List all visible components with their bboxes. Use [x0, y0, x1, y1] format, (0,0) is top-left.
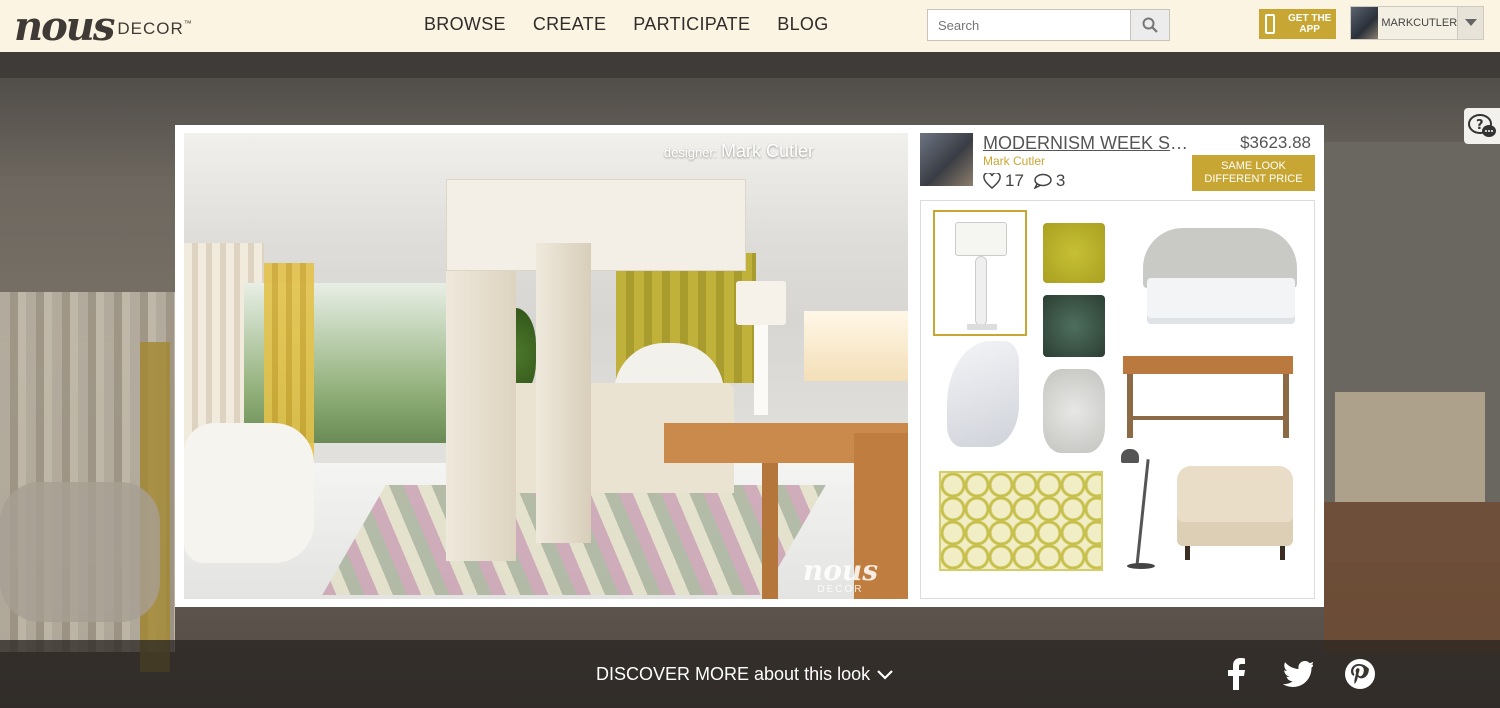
search-box [927, 9, 1170, 41]
logo-tm: ™ [183, 19, 193, 28]
phone-icon [1265, 14, 1276, 34]
product-yellow-pillow[interactable] [1043, 223, 1105, 283]
heart-icon[interactable] [983, 173, 1001, 189]
armchair-body [1177, 466, 1293, 546]
product-wood-desk[interactable] [1123, 356, 1293, 440]
twitter-icon[interactable] [1282, 658, 1314, 690]
nav-blog[interactable]: BLOG [777, 14, 828, 35]
site-header: nous DECOR™ BROWSE CREATE PARTICIPATE BL… [0, 0, 1500, 52]
armchair-leg-right [1280, 546, 1285, 560]
user-menu[interactable]: MARKCUTLER [1350, 6, 1484, 40]
lamp-body [975, 256, 987, 326]
product-upholstered-bed[interactable] [1143, 228, 1297, 324]
look-price: $3623.88 [1240, 133, 1311, 152]
logo-word: DECOR™ [117, 19, 192, 39]
desk-leg-right [1283, 374, 1289, 438]
background-desk [1324, 502, 1500, 652]
armchair-leg-left [1185, 546, 1190, 560]
get-app-label: GET THE APP [1288, 13, 1332, 35]
same-look-label-2: DIFFERENT PRICE [1204, 173, 1303, 185]
photo-designer-caption: designer: Mark Cutler [664, 141, 814, 162]
pillow-green-shape [1043, 295, 1105, 357]
product-board [920, 200, 1315, 599]
look-photo[interactable]: designer: Mark Cutler nous DECOR [184, 133, 908, 599]
pinterest-icon[interactable] [1344, 658, 1376, 690]
desk-leg-left [1127, 374, 1133, 438]
watermark-script: nous [802, 554, 878, 587]
chevron-down-icon [1464, 19, 1477, 26]
discover-more-link[interactable]: DISCOVER MORE about this look [596, 664, 894, 685]
designer-avatar[interactable] [920, 133, 973, 186]
main-nav: BROWSE CREATE PARTICIPATE BLOG [424, 14, 829, 35]
discover-label: DISCOVER MORE about this look [596, 664, 871, 684]
nav-browse[interactable]: BROWSE [424, 14, 506, 35]
scene-canopy-drape-right [536, 243, 591, 543]
product-green-pillow[interactable] [1043, 295, 1105, 357]
comment-count: 3 [1055, 171, 1066, 190]
lamp-base [967, 324, 997, 330]
scene-lamp-shade [736, 281, 786, 325]
user-avatar [1351, 7, 1379, 39]
caption-prefix: designer: [663, 145, 718, 160]
floor-lamp-pole [1135, 459, 1150, 567]
product-armchair[interactable] [1177, 466, 1293, 566]
username: MARKCUTLER [1381, 17, 1458, 29]
look-designer[interactable]: Mark Cutler [983, 154, 1045, 168]
bed-mattress [1147, 278, 1295, 324]
comment-icon[interactable] [1033, 173, 1052, 189]
lamp-shade [955, 222, 1007, 256]
desk-stretcher [1127, 416, 1289, 420]
product-floor-lamp[interactable] [1119, 449, 1163, 583]
product-yellow-trellis-rug[interactable] [939, 471, 1103, 571]
desk-top [1123, 356, 1293, 374]
panton-chair-shape [947, 341, 1019, 447]
user-menu-toggle[interactable] [1457, 7, 1483, 39]
scene-desk-lamp [804, 311, 908, 381]
look-title[interactable]: MODERNISM WEEK SH... [983, 133, 1193, 154]
scene-canopy-drape-left [446, 271, 516, 561]
look-stats: 17 3 [983, 171, 1075, 191]
chevron-down-icon [877, 669, 893, 680]
look-info: MODERNISM WEEK SH... Mark Cutler 17 3 $3… [920, 133, 1315, 193]
get-the-app-button[interactable]: GET THE APP [1259, 9, 1336, 39]
caption-name: Mark Cutler [720, 141, 814, 161]
look-footer-bar: DISCOVER MORE about this look [0, 640, 1500, 708]
nav-participate[interactable]: PARTICIPATE [633, 14, 750, 35]
search-icon [1142, 17, 1158, 33]
rug-shape [939, 471, 1103, 571]
same-look-label-1: SAME LOOK [1221, 160, 1286, 172]
product-white-panton-chair[interactable] [947, 341, 1019, 447]
scene-desk-leg [762, 463, 778, 599]
facebook-icon[interactable] [1220, 658, 1252, 690]
search-input[interactable] [928, 10, 1130, 40]
social-share [1220, 658, 1376, 690]
help-chat-button[interactable]: ? [1464, 108, 1500, 144]
background-top-band [0, 52, 1500, 78]
like-count: 17 [1005, 171, 1024, 190]
background-chair [0, 482, 160, 622]
logo-word-text: DECOR [117, 19, 184, 38]
floor-lamp-base [1127, 563, 1155, 569]
product-table-lamp[interactable] [933, 210, 1027, 336]
product-ceramic-garden-stool[interactable] [1043, 369, 1105, 453]
scene-canopy [446, 179, 746, 271]
look-card: designer: Mark Cutler nous DECOR MODERNI… [175, 125, 1324, 607]
scene-armchair [184, 423, 314, 563]
same-look-different-price-button[interactable]: SAME LOOK DIFFERENT PRICE [1192, 155, 1315, 191]
scene-lamp-base [754, 325, 768, 415]
nav-create[interactable]: CREATE [533, 14, 606, 35]
stool-shape [1043, 369, 1105, 453]
pillow-yellow-shape [1043, 223, 1105, 283]
background-lamp [1335, 392, 1485, 502]
search-button[interactable] [1130, 10, 1169, 40]
floor-lamp-head [1121, 449, 1139, 463]
nous-decor-logo[interactable]: nous DECOR™ [14, 2, 193, 50]
help-chat-icon: ? [1468, 114, 1496, 137]
logo-script: nous [14, 2, 115, 50]
photo-watermark: nous DECOR [802, 554, 878, 596]
